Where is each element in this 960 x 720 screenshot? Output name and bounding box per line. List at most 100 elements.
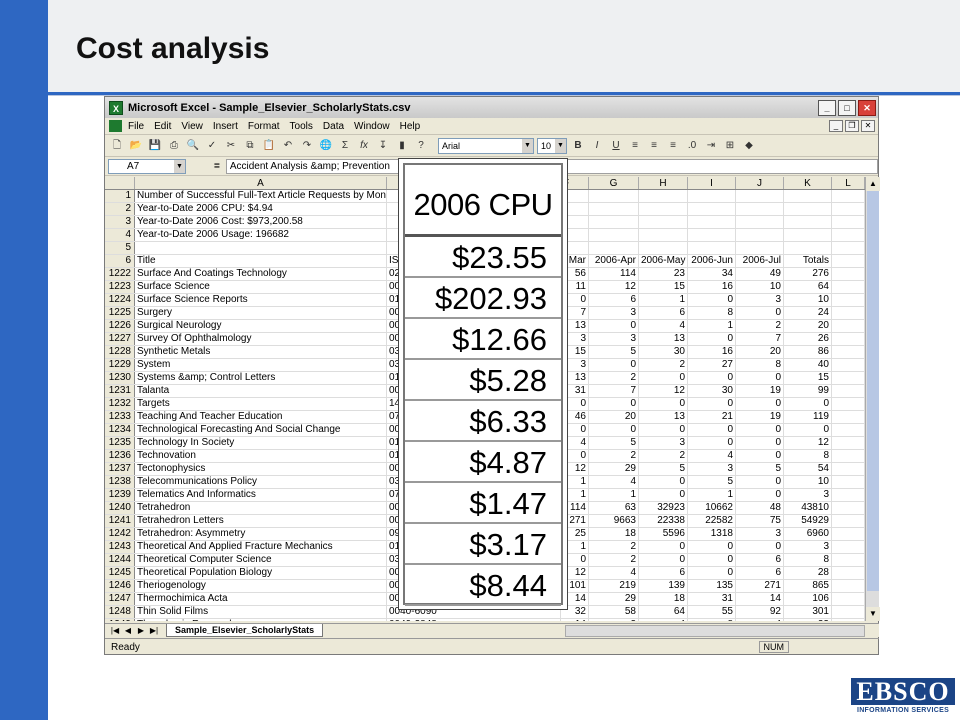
align-center-icon[interactable]: ≡ bbox=[646, 138, 662, 154]
cell-apr[interactable]: 2 bbox=[589, 372, 639, 384]
row-number[interactable]: 1242 bbox=[105, 528, 135, 540]
menu-tools[interactable]: Tools bbox=[290, 121, 313, 132]
col-header-l[interactable]: L bbox=[832, 177, 865, 189]
row-number[interactable]: 1238 bbox=[105, 476, 135, 488]
cell-title[interactable]: System bbox=[135, 359, 387, 371]
cell-jul[interactable] bbox=[736, 216, 784, 228]
cell-apr[interactable]: 3 bbox=[589, 333, 639, 345]
menu-help[interactable]: Help bbox=[400, 121, 421, 132]
row-number[interactable]: 1247 bbox=[105, 593, 135, 605]
cell-totals[interactable] bbox=[784, 203, 832, 215]
cell-jul[interactable] bbox=[736, 242, 784, 254]
cell-title[interactable]: Thin Solid Films bbox=[135, 606, 387, 618]
menu-window[interactable]: Window bbox=[354, 121, 390, 132]
cell-may[interactable]: 0 bbox=[639, 554, 688, 566]
next-sheet-icon[interactable]: ▶ bbox=[135, 626, 147, 635]
cell-issn[interactable]: 0049-3848 bbox=[387, 619, 561, 621]
cell-l[interactable] bbox=[832, 255, 865, 267]
prev-sheet-icon[interactable]: ◀ bbox=[122, 626, 134, 635]
cell-may[interactable]: 0 bbox=[639, 489, 688, 501]
cell-jul[interactable]: 4 bbox=[736, 619, 784, 621]
cell-apr[interactable]: 0 bbox=[589, 320, 639, 332]
cell-jul[interactable]: 0 bbox=[736, 424, 784, 436]
cell-may[interactable]: 5596 bbox=[639, 528, 688, 540]
row-number[interactable]: 1246 bbox=[105, 580, 135, 592]
cell-jun[interactable]: 31 bbox=[688, 593, 736, 605]
cell-apr[interactable]: 219 bbox=[589, 580, 639, 592]
name-box[interactable]: A7 ▼ bbox=[108, 158, 186, 174]
cell-jul[interactable]: 14 bbox=[736, 593, 784, 605]
cell-jun[interactable]: 21 bbox=[688, 411, 736, 423]
col-header-g[interactable]: G bbox=[589, 177, 639, 189]
cell-apr[interactable]: 63 bbox=[589, 502, 639, 514]
cell-l[interactable] bbox=[832, 411, 865, 423]
cell-totals[interactable]: 12 bbox=[784, 437, 832, 449]
paste-icon[interactable]: 📋 bbox=[261, 138, 277, 154]
cell-may[interactable]: 1 bbox=[639, 294, 688, 306]
cell-l[interactable] bbox=[832, 333, 865, 345]
font-size-select[interactable]: 10 ▼ bbox=[537, 137, 567, 154]
cell-jun[interactable] bbox=[688, 190, 736, 202]
col-header-i[interactable]: I bbox=[688, 177, 736, 189]
undo-icon[interactable]: ↶ bbox=[280, 138, 296, 154]
copy-icon[interactable]: ⧉ bbox=[242, 138, 258, 154]
cell-jun[interactable]: 0 bbox=[688, 372, 736, 384]
cell-totals[interactable]: 106 bbox=[784, 593, 832, 605]
cell-l[interactable] bbox=[832, 502, 865, 514]
cell-may[interactable]: 2006-May bbox=[639, 255, 688, 267]
row-number[interactable]: 1223 bbox=[105, 281, 135, 293]
cell-apr[interactable]: 0 bbox=[589, 359, 639, 371]
cell-l[interactable] bbox=[832, 242, 865, 254]
corner-cell[interactable] bbox=[105, 177, 135, 189]
cell-may[interactable]: 64 bbox=[639, 606, 688, 618]
cell-jul[interactable]: 6 bbox=[736, 567, 784, 579]
row-number[interactable]: 1236 bbox=[105, 450, 135, 462]
cell-l[interactable] bbox=[832, 398, 865, 410]
cell-l[interactable] bbox=[832, 294, 865, 306]
col-header-h[interactable]: H bbox=[639, 177, 688, 189]
first-sheet-icon[interactable]: |◀ bbox=[109, 626, 121, 635]
row-number[interactable]: 1225 bbox=[105, 307, 135, 319]
cell-jul[interactable]: 3 bbox=[736, 294, 784, 306]
cell-apr[interactable]: 3 bbox=[589, 307, 639, 319]
cell-l[interactable] bbox=[832, 619, 865, 621]
row-number[interactable]: 1224 bbox=[105, 294, 135, 306]
cell-l[interactable] bbox=[832, 450, 865, 462]
menu-edit[interactable]: Edit bbox=[154, 121, 171, 132]
cell-apr[interactable]: 4 bbox=[589, 567, 639, 579]
cell-title[interactable]: Technovation bbox=[135, 450, 387, 462]
cell-jun[interactable]: 0 bbox=[688, 554, 736, 566]
cell-jun[interactable]: 0 bbox=[688, 294, 736, 306]
italic-button[interactable]: I bbox=[589, 138, 605, 154]
cell-totals[interactable] bbox=[784, 229, 832, 241]
doc-minimize-button[interactable]: _ bbox=[829, 120, 843, 132]
cell-apr[interactable] bbox=[589, 229, 639, 241]
row-number[interactable]: 1226 bbox=[105, 320, 135, 332]
cell-l[interactable] bbox=[832, 229, 865, 241]
cell-title[interactable]: Surgery bbox=[135, 307, 387, 319]
cell-l[interactable] bbox=[832, 385, 865, 397]
cell-apr[interactable]: 18 bbox=[589, 528, 639, 540]
cell-totals[interactable]: 99 bbox=[784, 385, 832, 397]
cell-title[interactable]: Surface And Coatings Technology bbox=[135, 268, 387, 280]
cell-title[interactable]: Targets bbox=[135, 398, 387, 410]
cell-totals[interactable]: 8 bbox=[784, 450, 832, 462]
cell-l[interactable] bbox=[832, 476, 865, 488]
cell-l[interactable] bbox=[832, 216, 865, 228]
cell-jun[interactable]: 8 bbox=[688, 307, 736, 319]
cell-l[interactable] bbox=[832, 281, 865, 293]
cell-title[interactable]: Theoretical Population Biology bbox=[135, 567, 387, 579]
menu-view[interactable]: View bbox=[181, 121, 203, 132]
cell-title[interactable]: Thrombosis Research bbox=[135, 619, 387, 621]
cell-title[interactable]: Surgical Neurology bbox=[135, 320, 387, 332]
row-number[interactable]: 1229 bbox=[105, 359, 135, 371]
cell-l[interactable] bbox=[832, 359, 865, 371]
menu-file[interactable]: File bbox=[128, 121, 144, 132]
cell-jul[interactable]: 2006-Jul bbox=[736, 255, 784, 267]
cell-jun[interactable]: 10662 bbox=[688, 502, 736, 514]
cell-apr[interactable] bbox=[589, 216, 639, 228]
row-number[interactable]: 1234 bbox=[105, 424, 135, 436]
cell-totals[interactable]: 43810 bbox=[784, 502, 832, 514]
cell-jul[interactable]: 0 bbox=[736, 437, 784, 449]
cell-jul[interactable]: 0 bbox=[736, 372, 784, 384]
